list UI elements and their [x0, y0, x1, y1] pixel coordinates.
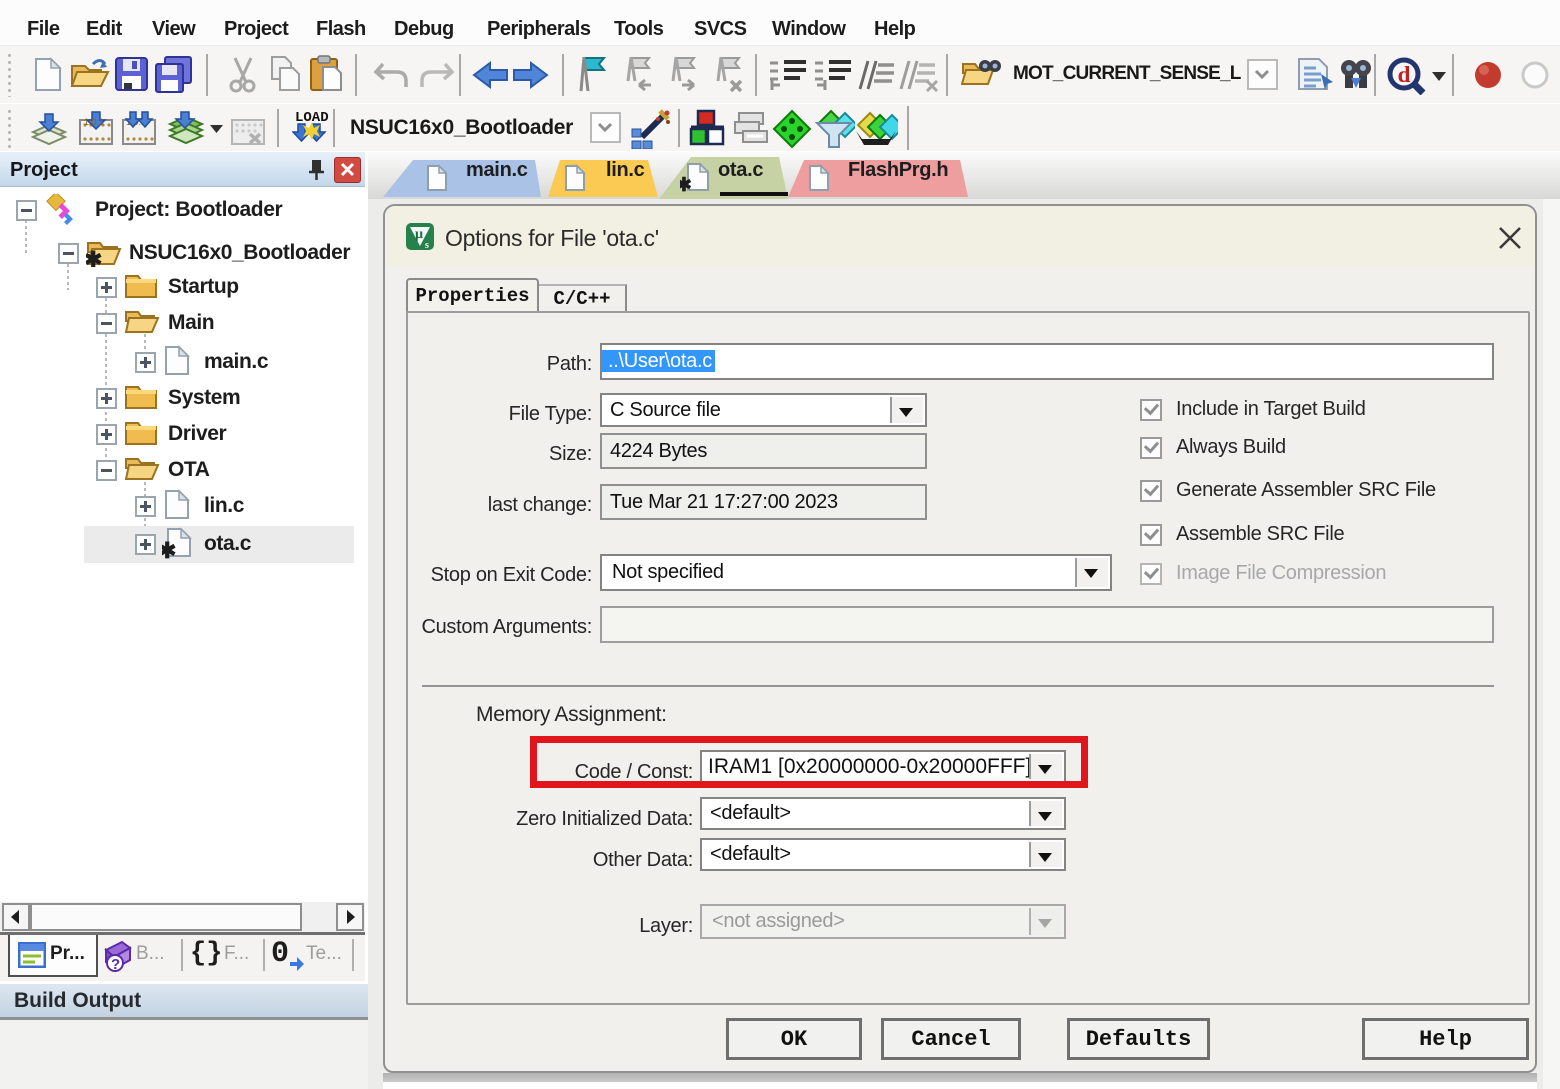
svg-text:?: ? [111, 956, 120, 972]
svg-text:s: s [425, 240, 429, 250]
svg-text:µ: µ [415, 227, 423, 242]
svg-text:d: d [1398, 62, 1411, 87]
svg-text:✱: ✱ [162, 538, 176, 559]
svg-text:✱: ✱ [86, 247, 102, 267]
svg-text:✱: ✱ [680, 175, 692, 194]
svg-text:1:0:1: 1:0:1 [84, 117, 104, 127]
